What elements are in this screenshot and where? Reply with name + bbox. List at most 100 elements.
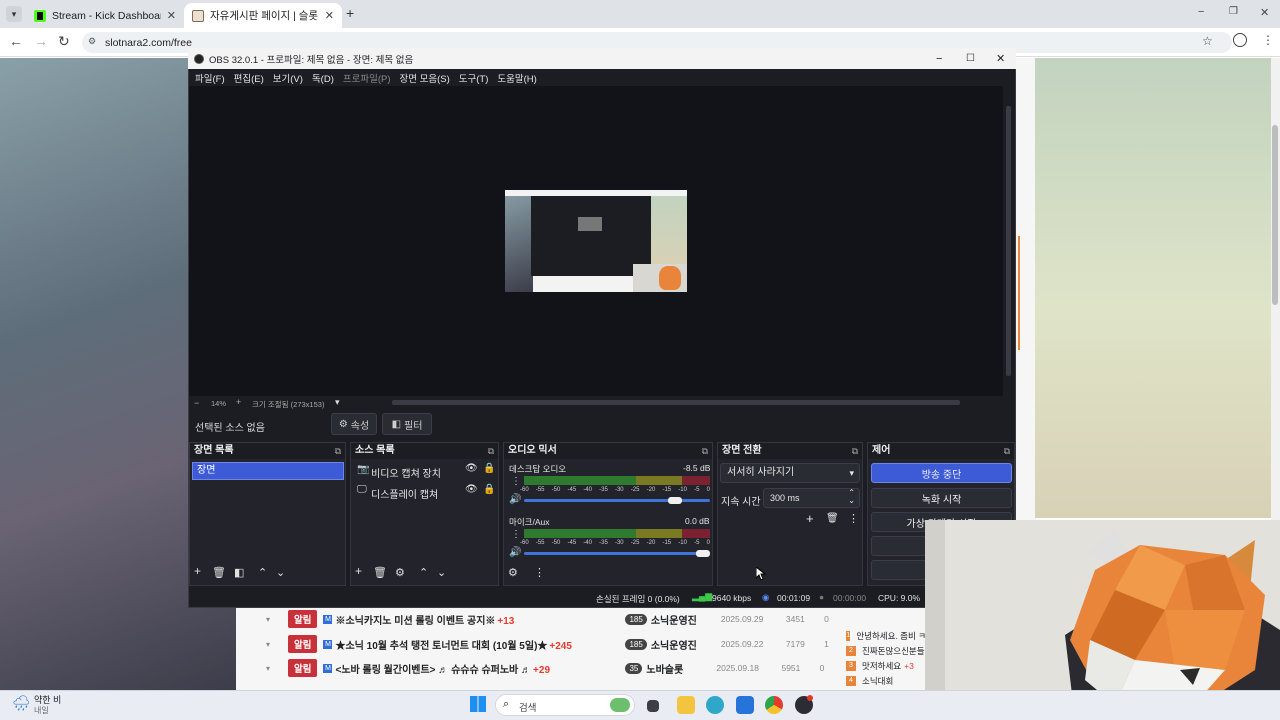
author-nick[interactable]: 소닉운영진 (651, 612, 721, 627)
preview-vertical-scrollbar[interactable] (1004, 86, 1014, 396)
chevron-down-icon[interactable]: ▾ (335, 397, 340, 408)
close-icon[interactable]: ✕ (325, 9, 334, 22)
bookmark-star-icon[interactable]: ☆ (1202, 34, 1213, 48)
browser-tab-kick[interactable]: Stream - Kick Dashboard ✕ (26, 3, 184, 28)
add-icon[interactable]: + (194, 564, 201, 578)
trash-icon[interactable]: 🗑 (212, 566, 226, 579)
properties-button[interactable]: ⚙ 속성 (331, 413, 377, 435)
preview-source-image[interactable] (505, 190, 687, 292)
list-item[interactable]: 1 안녕하세요. 좀비 ㅋ (846, 628, 926, 643)
undock-icon[interactable]: ⧉ (1004, 443, 1010, 459)
table-row[interactable]: ▾ 알림 M ★소닉 10월 추석 탱전 토너먼트 대회 (10월 5일)★ +2… (248, 633, 848, 655)
browser-tab-slotnara[interactable]: 자유게시판 페이지 | 슬롯나라 ✕ (184, 3, 342, 28)
window-restore-icon[interactable]: ❐ (1229, 6, 1238, 17)
trash-icon[interactable]: 🗑 (373, 566, 387, 579)
menu-profile[interactable]: 프로파일(P) (343, 71, 391, 85)
eye-icon[interactable]: 👁 (465, 463, 478, 474)
post-title[interactable]: ※소닉카지노 미션 롤링 이벤트 공지※ +13 (335, 612, 625, 627)
table-row[interactable]: ▾ 알림 M ※소닉카지노 미션 롤링 이벤트 공지※ +13 185 소닉운영진… (248, 608, 848, 630)
chevron-down-icon[interactable]: ⌄ (437, 566, 446, 579)
chevron-down-icon[interactable]: ⌄ (276, 566, 285, 579)
speaker-icon[interactable]: 🔊 (509, 494, 521, 505)
volume-slider-track[interactable] (524, 552, 710, 555)
source-item[interactable]: 📷 비디오 캡쳐 장치 👁 🔒 (355, 463, 495, 480)
reload-icon[interactable]: ↻ (58, 33, 70, 50)
volume-slider-handle[interactable] (668, 497, 683, 504)
add-icon[interactable]: + (806, 511, 814, 526)
zoom-out-button[interactable]: − (194, 398, 199, 408)
post-title[interactable]: <노바 롤링 월간이벤트> ♬ 슈슈슈 슈퍼노바 ♬ +29 (335, 661, 625, 676)
list-item[interactable]: 3 맛저하세요 +3 (846, 658, 926, 673)
window-close-icon[interactable]: ✕ (1260, 6, 1269, 19)
menu-edit[interactable]: 편집(E) (234, 71, 264, 85)
advanced-audio-icon[interactable]: ⚙ (508, 566, 518, 579)
volume-slider-track[interactable] (524, 499, 710, 502)
task-view-icon[interactable] (647, 700, 659, 712)
menu-scene-collection[interactable]: 장면 모음(S) (400, 71, 450, 85)
post-title[interactable]: ★소닉 10월 추석 탱전 토너먼트 대회 (10월 5일)★ +245 (335, 637, 625, 652)
scene-item[interactable]: 장면 (192, 462, 344, 480)
more-options-icon[interactable]: ⋮ (534, 566, 545, 579)
lock-icon[interactable]: 🔒 (483, 463, 495, 474)
list-item[interactable]: 2 진짜돈많으신분들 (846, 643, 926, 658)
window-maximize-icon[interactable]: ☐ (966, 53, 975, 64)
chevron-up-icon[interactable]: ⌃ (258, 566, 267, 579)
forward-icon[interactable]: → (34, 33, 48, 49)
volume-slider-handle[interactable] (696, 550, 710, 557)
gear-icon[interactable]: ⚙ (395, 566, 405, 579)
lock-icon[interactable]: 🔒 (483, 484, 495, 495)
chrome-icon[interactable] (765, 696, 783, 714)
trash-icon[interactable]: 🗑 (826, 513, 839, 524)
zoom-fit-label[interactable]: 크기 조절됨 (273x153) (252, 399, 324, 410)
back-icon[interactable]: ← (9, 33, 23, 49)
author-nick[interactable]: 노바슬롯 (646, 661, 716, 676)
window-close-icon[interactable]: ✕ (996, 52, 1005, 65)
add-icon[interactable]: + (355, 564, 362, 578)
undock-icon[interactable]: ⧉ (852, 443, 858, 459)
transition-type-select[interactable]: 서서히 사라지기 ▾ (720, 463, 860, 483)
edge-icon[interactable] (706, 696, 724, 714)
store-icon[interactable] (736, 696, 754, 714)
weather-icon[interactable]: 🌧 (12, 694, 31, 712)
duration-spinbox[interactable]: 300 ms ⌃ ⌄ (763, 488, 860, 508)
menu-file[interactable]: 파일(F) (195, 71, 225, 85)
filters-button[interactable]: ◧ 필터 (382, 413, 432, 435)
site-info-icon[interactable]: ⚙ (88, 36, 96, 47)
undock-icon[interactable]: ⧉ (488, 443, 494, 459)
author-nick[interactable]: 소닉운영진 (651, 637, 721, 652)
page-scrollbar-thumb[interactable] (1272, 125, 1278, 305)
table-row[interactable]: ▾ 알림 M <노바 롤링 월간이벤트> ♬ 슈슈슈 슈퍼노바 ♬ +29 35 … (248, 657, 848, 679)
chevron-down-icon[interactable]: ⌄ (848, 492, 855, 510)
chevron-up-icon[interactable]: ⌃ (419, 566, 428, 579)
more-options-icon[interactable]: ⋮ (511, 529, 521, 540)
list-item[interactable]: 4 소닉대회 (846, 673, 926, 688)
menu-view[interactable]: 보기(V) (273, 71, 303, 85)
dock-title: 소스 목록 ⧉ (351, 443, 498, 459)
filter-icon[interactable]: ◧ (234, 566, 244, 579)
stop-streaming-button[interactable]: 방송 중단 (871, 463, 1012, 483)
browser-menu-icon[interactable]: ⋮ (1262, 33, 1274, 47)
menu-docks[interactable]: 독(D) (312, 71, 334, 85)
tab-search-button[interactable]: ▾ (6, 6, 22, 22)
menu-tools[interactable]: 도구(T) (459, 71, 489, 85)
start-button[interactable] (470, 696, 486, 712)
more-options-icon[interactable]: ⋮ (511, 476, 521, 487)
obs-title-bar[interactable]: OBS 32.0.1 - 프로파일: 제목 없음 - 장면: 제목 없음 − ☐… (188, 48, 1016, 69)
undock-icon[interactable]: ⧉ (702, 443, 708, 459)
zoom-in-button[interactable]: + (236, 397, 241, 407)
menu-help[interactable]: 도움말(H) (497, 71, 536, 85)
preview-horizontal-scrollbar[interactable] (392, 400, 960, 405)
window-minimize-icon[interactable]: − (1198, 6, 1204, 18)
speaker-icon[interactable]: 🔊 (509, 547, 521, 558)
more-options-icon[interactable]: ⋮ (848, 512, 859, 525)
start-recording-button[interactable]: 녹화 시작 (871, 488, 1012, 508)
source-item[interactable]: 🖵 디스플레이 캡쳐 👁 🔒 (355, 484, 495, 501)
eye-icon[interactable]: 👁 (465, 484, 478, 495)
taskbar-search[interactable]: ⌕ 검색 (495, 694, 635, 716)
undock-icon[interactable]: ⧉ (335, 443, 341, 459)
window-minimize-icon[interactable]: − (936, 53, 942, 65)
profile-icon[interactable] (1233, 33, 1247, 47)
close-icon[interactable]: ✕ (167, 9, 176, 22)
new-tab-button[interactable]: + (346, 5, 354, 21)
file-explorer-icon[interactable] (677, 696, 695, 714)
